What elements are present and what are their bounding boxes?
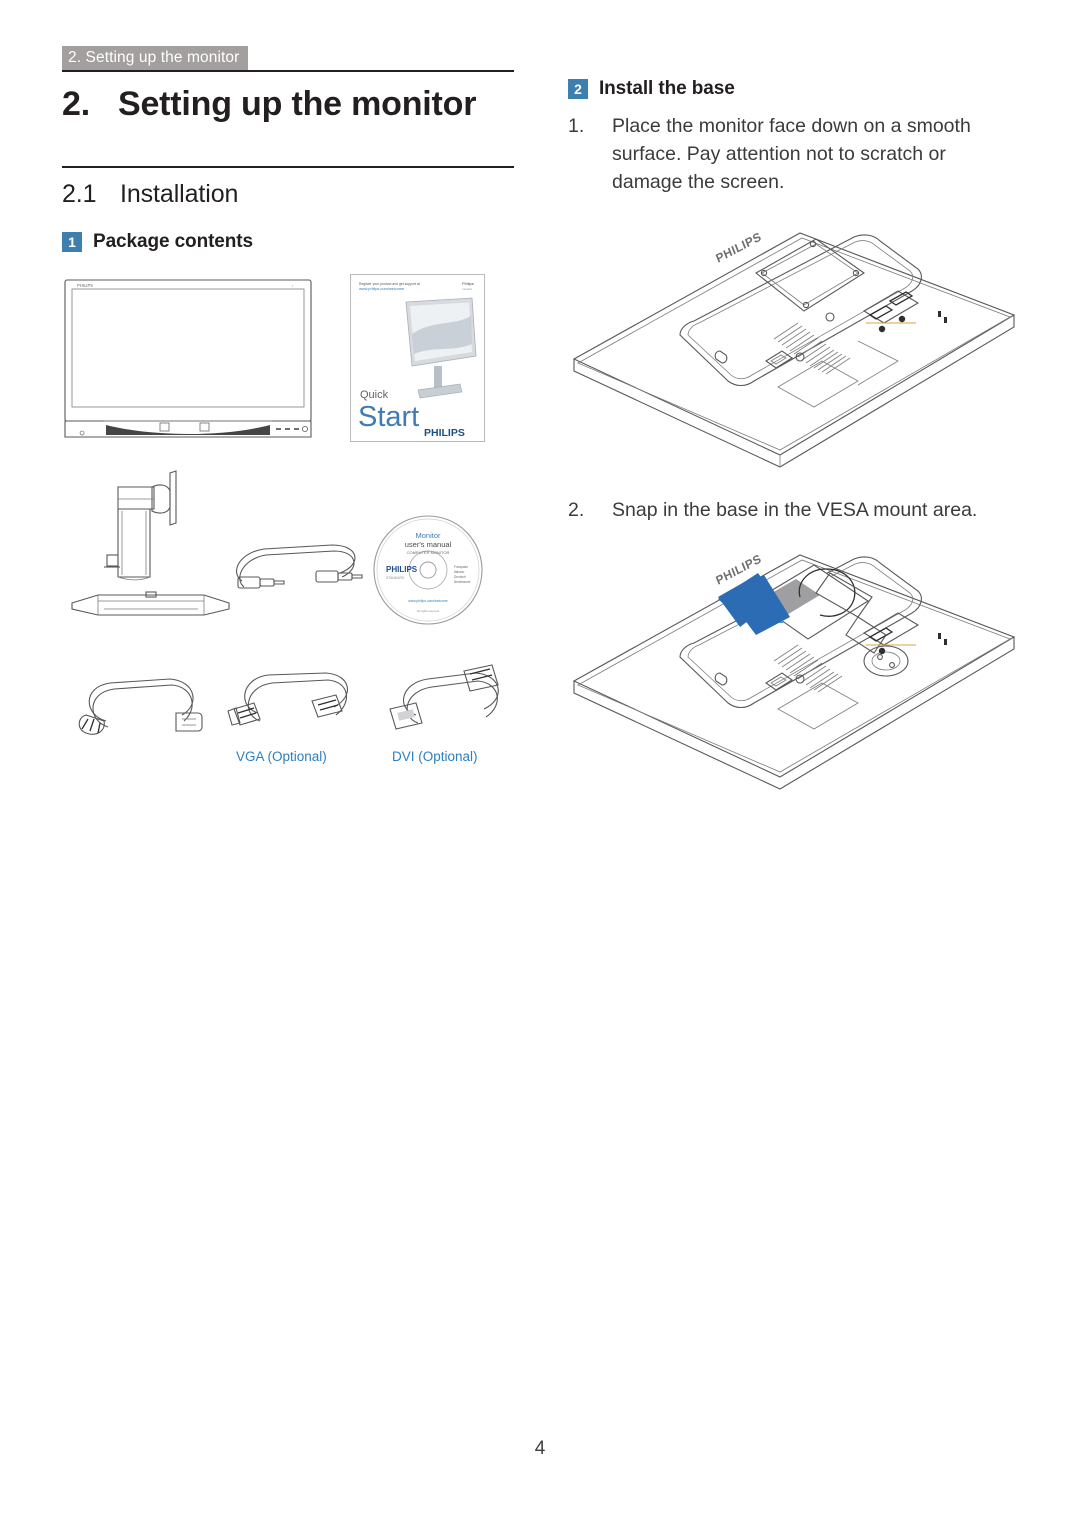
figure-power-cable bbox=[66, 667, 206, 743]
section-title: Installation bbox=[120, 180, 239, 208]
figure-snap-base: PHILIPS bbox=[568, 539, 1020, 790]
svg-text:user's manual: user's manual bbox=[405, 540, 452, 549]
document-page: 2. Setting up the monitor 2. Setting up t… bbox=[0, 0, 1080, 1526]
figure-quick-start-guide: Register your product and get support at… bbox=[350, 274, 485, 442]
right-column: 2 Install the base 1. Place the monitor … bbox=[568, 78, 1020, 790]
svg-text:All rights reserved: All rights reserved bbox=[417, 609, 440, 613]
install-base-heading: 2 Install the base bbox=[568, 78, 1020, 100]
package-contents-figures: PHILIPS • PHILIPS Register your product … bbox=[62, 269, 514, 789]
svg-text:PHILIPS: PHILIPS bbox=[386, 565, 418, 574]
figure-vga-cable bbox=[214, 663, 360, 743]
breadcrumb: 2. Setting up the monitor bbox=[62, 46, 249, 71]
section-number: 2.1 bbox=[62, 180, 97, 208]
svg-text:Nederlands: Nederlands bbox=[454, 580, 471, 584]
figure-audio-cable bbox=[220, 531, 368, 605]
svg-text:PHILIPS: PHILIPS bbox=[714, 229, 764, 266]
install-step-1: 1. Place the monitor face down on a smoo… bbox=[568, 113, 1020, 197]
svg-text:•: • bbox=[292, 284, 294, 288]
section-heading: 2.1 Installation bbox=[62, 180, 514, 209]
package-contents-label: Package contents bbox=[93, 231, 253, 252]
svg-text:PHILIPS: PHILIPS bbox=[175, 425, 197, 431]
dvi-cable-label: DVI (Optional) bbox=[392, 749, 478, 764]
figure-dvi-cable bbox=[372, 661, 512, 745]
svg-text:Deutsch: Deutsch bbox=[454, 575, 466, 579]
svg-text:Quick: Quick bbox=[360, 389, 389, 401]
svg-text:monitor: monitor bbox=[462, 287, 472, 291]
chapter-number: 2. bbox=[62, 85, 90, 123]
left-column: 2. Setting up the monitor 2.1 Installation… bbox=[62, 70, 514, 789]
figure-user-manual-cd: Monitor user's manual COMPUTER MONITOR P… bbox=[372, 514, 484, 626]
step-badge-2: 2 bbox=[568, 79, 588, 99]
step-1-marker: 1. bbox=[568, 115, 585, 137]
svg-text:Monitor: Monitor bbox=[415, 531, 441, 540]
svg-text:www.philips.com/welcome: www.philips.com/welcome bbox=[408, 599, 447, 603]
svg-text:Italiano: Italiano bbox=[454, 570, 465, 574]
vga-cable-label: VGA (Optional) bbox=[236, 749, 327, 764]
svg-text:Philips: Philips bbox=[462, 281, 474, 286]
svg-text:Française: Française bbox=[454, 565, 468, 569]
svg-text:Start: Start bbox=[358, 401, 419, 433]
svg-text:PHILIPS: PHILIPS bbox=[424, 427, 465, 439]
chapter-title: Setting up the monitor bbox=[118, 85, 477, 123]
figure-stand-column bbox=[80, 465, 200, 585]
svg-text:COMPUTER MONITOR: COMPUTER MONITOR bbox=[407, 550, 450, 555]
step-2-text: Snap in the base in the VESA mount area. bbox=[612, 498, 978, 521]
figure-monitor-face-down: PHILIPS bbox=[568, 211, 1020, 469]
package-contents-heading: 1 Package contents bbox=[62, 231, 514, 253]
figure-base-plate bbox=[68, 589, 233, 623]
step-badge-1: 1 bbox=[62, 232, 82, 252]
chapter-heading: 2. Setting up the monitor bbox=[62, 85, 514, 124]
page-number: 4 bbox=[534, 1438, 546, 1459]
install-step-2: 2. Snap in the base in the VESA mount ar… bbox=[568, 497, 1020, 525]
svg-text:www.philips.com/welcome: www.philips.com/welcome bbox=[359, 286, 404, 291]
install-base-label: Install the base bbox=[599, 78, 735, 99]
step-2-marker: 2. bbox=[568, 498, 585, 521]
svg-text:PHILIPS: PHILIPS bbox=[77, 283, 93, 288]
svg-text:STANDARD: STANDARD bbox=[386, 576, 405, 580]
chapter-rule-top bbox=[62, 70, 514, 72]
figure-monitor: PHILIPS • PHILIPS bbox=[64, 279, 312, 439]
section-rule bbox=[62, 166, 514, 168]
step-1-text: Place the monitor face down on a smooth … bbox=[612, 115, 971, 193]
